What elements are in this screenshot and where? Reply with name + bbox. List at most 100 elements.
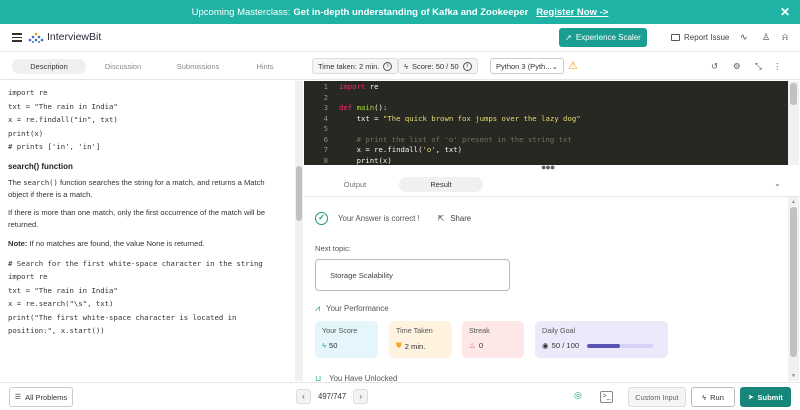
daily-goal-card: Daily Goal ◉ 50 / 100	[535, 321, 668, 358]
tab-hints[interactable]: Hints	[244, 59, 286, 74]
chevron-down-icon: ⌄	[551, 61, 558, 71]
card-label: Time Taken	[396, 326, 433, 335]
tab-result[interactable]: Result	[399, 177, 483, 192]
all-problems-button[interactable]: ☰ All Problems	[9, 387, 73, 407]
multiple-match-text: If there is more than one match, only th…	[8, 207, 266, 229]
logo-icon	[28, 32, 44, 43]
tab-discussion[interactable]: Discussion	[94, 59, 152, 74]
activity-icon[interactable]: ∿	[740, 32, 748, 43]
inline-code: search()	[23, 177, 58, 187]
code-line: # prints ['in', 'in']	[8, 142, 101, 151]
code-line: import re	[8, 272, 48, 281]
card-label: Daily Goal	[542, 326, 576, 335]
share-button[interactable]: ⇱ Share	[438, 214, 472, 223]
terminal-icon[interactable]: >_	[600, 391, 613, 403]
answer-status-text: Your Answer is correct !	[338, 214, 420, 223]
code-text: txt =	[339, 113, 383, 123]
code-line: position:", x.start())	[8, 326, 105, 335]
rocket-icon: ➚	[565, 33, 572, 42]
pager-text: 497/747	[318, 392, 347, 401]
report-issue-button[interactable]: Report Issue	[671, 33, 729, 42]
hamburger-menu-icon[interactable]	[12, 33, 22, 42]
lightning-icon: ϟ	[322, 341, 327, 350]
card-value: 2 min.	[404, 341, 426, 351]
submit-label: Submit	[757, 392, 783, 402]
run-label: Run	[710, 392, 724, 402]
banner-prefix: Upcoming Masterclass:	[191, 6, 291, 18]
banner-title: Get in-depth understanding of Kafka and …	[293, 6, 529, 18]
function-name: main	[352, 103, 375, 112]
code-sample-search: # Search for the first white-space chara…	[8, 257, 287, 338]
share-label: Share	[450, 214, 472, 223]
line-number: 6	[323, 134, 328, 144]
info-icon[interactable]: i	[462, 61, 472, 71]
close-banner-icon[interactable]: ✕	[780, 5, 790, 19]
score-text: Score: 50 / 50	[411, 61, 459, 71]
line-number: 8	[323, 155, 328, 165]
logo[interactable]: InterviewBit	[28, 31, 101, 43]
announcement-banner: Upcoming Masterclass: Get in-depth under…	[0, 0, 800, 24]
line-number: 2	[323, 92, 328, 102]
code-line: x = re.findall("in", txt)	[8, 115, 118, 124]
line-number: 4	[323, 113, 328, 123]
result-tabs: Output Result	[304, 171, 800, 197]
code-text: x = re.findall(	[339, 145, 423, 154]
list-icon: ☰	[14, 394, 22, 401]
code-line: print(x)	[8, 128, 44, 138]
goal-progress-fill	[587, 343, 621, 348]
goal-progress-bar	[587, 343, 654, 348]
tab-output[interactable]: Output	[324, 177, 386, 192]
code-editor[interactable]: 1 import re 2 3 def main(): 4 txt = "The q…	[304, 81, 788, 165]
next-topic-text: Storage Scalability	[330, 270, 393, 280]
custom-input-button[interactable]: Custom Input	[628, 387, 686, 407]
register-now-link[interactable]: Register Now ->	[536, 7, 608, 18]
info-icon[interactable]: i	[383, 61, 393, 71]
code-text: print(x)	[339, 155, 392, 165]
more-icon[interactable]: ⋮	[773, 61, 782, 72]
code-line: print("The first white-space character i…	[8, 312, 237, 322]
next-topic-button[interactable]: Storage Scalability	[315, 259, 510, 291]
experience-scaler-button[interactable]: ➚ Experience Scaler	[559, 28, 647, 47]
warning-icon[interactable]: ⚠	[568, 59, 578, 72]
description-scrollbar[interactable]	[295, 81, 303, 381]
card-value: 50 / 100	[551, 341, 580, 350]
code-line: import re	[8, 88, 48, 97]
user-icon[interactable]: ♙	[762, 32, 770, 43]
settings-icon[interactable]: ⚙	[733, 61, 741, 72]
code-line: # Search for the first white-space chara…	[8, 258, 263, 268]
code-text: , txt)	[435, 145, 463, 154]
card-label: Streak	[469, 326, 490, 335]
bell-icon[interactable]: ⍾	[782, 32, 788, 43]
editor-scrollbar[interactable]	[788, 81, 799, 165]
chevron-down-icon[interactable]: ⌄	[774, 179, 781, 188]
line-number: 5	[323, 124, 328, 133]
result-scrollbar[interactable]: ▲ ▼	[788, 197, 799, 381]
next-problem-button[interactable]: ›	[353, 389, 369, 404]
scrollbar-thumb[interactable]	[790, 83, 797, 105]
performance-heading: ⩘ Your Performance	[315, 303, 389, 314]
run-button[interactable]: ϟ Run	[691, 387, 735, 407]
scrollbar-thumb[interactable]	[790, 207, 797, 357]
language-selected: Python 3 (Pyth...	[496, 61, 552, 71]
language-select[interactable]: Python 3 (Pyth... ⌄	[490, 58, 564, 74]
eye-icon[interactable]: ◎	[574, 390, 582, 401]
problem-toolbar: Description Discussion Submissions Hints…	[0, 52, 800, 80]
code-line: txt = "The rain in India"	[8, 101, 118, 111]
scrollbar-thumb[interactable]	[296, 166, 302, 221]
submit-button[interactable]: ➤ Submit	[740, 387, 791, 407]
tab-description[interactable]: Description	[12, 59, 86, 74]
report-issue-label: Report Issue	[684, 33, 730, 42]
search-function-heading: search() function	[8, 161, 73, 171]
card-value: 50	[329, 341, 338, 350]
desc-text: The	[8, 177, 24, 187]
score-badge: ϟ Score: 50 / 50 i	[398, 58, 478, 74]
note-body: If no matches are found, the value None …	[27, 238, 205, 248]
reset-icon[interactable]: ↺	[711, 61, 718, 72]
problem-pager: ‹ 497/747 ›	[296, 389, 369, 404]
tab-submissions[interactable]: Submissions	[170, 59, 226, 74]
scroll-down-icon[interactable]: ▼	[791, 373, 796, 379]
collapse-icon[interactable]: ⤡	[755, 61, 762, 72]
note-label: Note:	[8, 238, 28, 248]
scroll-up-icon[interactable]: ▲	[791, 199, 796, 205]
previous-problem-button[interactable]: ‹	[296, 389, 311, 404]
